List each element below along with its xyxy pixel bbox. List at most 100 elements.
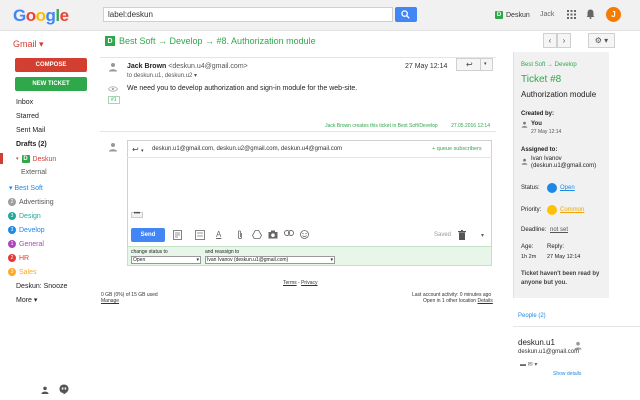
reply-icon: ↩	[466, 60, 473, 69]
read-status-note: Ticket haven't been read by anyone but y…	[521, 271, 600, 286]
template-icon[interactable]	[173, 230, 183, 240]
ticket-breadcrumb[interactable]: Best Soft → Develop	[521, 62, 577, 68]
hangouts-icon[interactable]	[59, 384, 69, 397]
search-button[interactable]	[395, 7, 417, 22]
active-indicator	[0, 153, 3, 164]
sidebar-more[interactable]: More ▾	[16, 296, 37, 304]
status-dot	[547, 183, 557, 193]
sidebar-item-snooze[interactable]: Deskun: Snooze	[16, 283, 67, 290]
compose-button[interactable]: COMPOSE	[15, 58, 87, 72]
sidebar-item-deskun[interactable]: ▾ D Deskun	[16, 155, 56, 163]
notifications-bell-icon[interactable]	[586, 9, 595, 19]
search-icon	[401, 10, 410, 19]
attach-icon[interactable]	[236, 230, 246, 240]
assignee-email: (deskun.u1@gmail.com)	[531, 163, 597, 169]
ticket-log: Jack Brown creates this ticket in Best S…	[325, 123, 490, 129]
priority-label: Priority:	[521, 207, 542, 213]
search-input[interactable]: label:deskun	[103, 7, 393, 22]
sidebar-item-drafts[interactable]: Drafts (2)	[16, 141, 47, 148]
apps-grid-icon[interactable]	[567, 10, 576, 21]
sender[interactable]: Jack Brown <deskun.u4@gmail.com>	[127, 63, 248, 70]
show-details-link[interactable]: Show details	[553, 371, 581, 377]
breadcrumb-path[interactable]: Best Soft → Develop → #8. Authorization …	[119, 36, 316, 46]
deskun-icon: D	[105, 36, 115, 46]
assigned-to-label: Assigned to:	[521, 147, 558, 153]
show-trimmed-button[interactable]: •••	[131, 211, 143, 218]
sidebar-item-inbox[interactable]: Inbox	[16, 99, 33, 106]
drive-icon[interactable]	[252, 230, 262, 240]
ticket-badge: #1	[108, 96, 120, 104]
label-design[interactable]: 3 Design	[8, 212, 41, 220]
privacy-link[interactable]: Privacy	[301, 280, 317, 286]
age-label: Age:	[521, 244, 534, 250]
created-by-label: Created by:	[521, 111, 555, 117]
recipients-line[interactable]: to deskun.u1, deskun.u2 ▾	[127, 72, 197, 79]
label-hr[interactable]: 2 HR	[8, 254, 29, 262]
trash-icon[interactable]	[458, 230, 466, 242]
send-button[interactable]: Send	[131, 228, 165, 242]
deskun-icon: D	[21, 155, 30, 163]
priority-value[interactable]: Common	[560, 207, 584, 213]
reply-recipients[interactable]: deskun.u1@gmail.com, deskun.u2@gmail.com…	[152, 146, 342, 152]
queue-subscribers-link[interactable]: + queue subscribers	[432, 146, 482, 152]
divider	[100, 57, 496, 58]
breadcrumb: D Best Soft → Develop → #8. Authorizatio…	[105, 36, 316, 46]
terms-link[interactable]: Terms	[283, 280, 297, 286]
divider	[100, 131, 496, 132]
caret-icon: ▾	[16, 156, 19, 162]
created-date: 27 May 12:14	[531, 129, 562, 135]
google-logo[interactable]: Google	[13, 6, 69, 26]
activity-details: Open in 1 other location Details	[423, 298, 493, 304]
photo-icon[interactable]	[268, 230, 278, 240]
people-label[interactable]: People (2)	[518, 313, 546, 319]
status-value[interactable]: Open	[560, 185, 575, 191]
canned-response-icon[interactable]	[195, 230, 205, 240]
email-date: 27 May 12:14	[405, 63, 448, 70]
manage-storage-link[interactable]: Manage	[101, 298, 119, 304]
footer-links: Terms - Privacy	[283, 280, 318, 286]
label-advertising[interactable]: 2 Advertising	[8, 198, 54, 206]
status-select[interactable]: Open ▾	[131, 256, 201, 264]
details-link[interactable]: Details	[477, 298, 492, 304]
previous-button[interactable]: ‹	[543, 33, 557, 48]
divider	[480, 59, 481, 70]
text-format-icon[interactable]: A	[216, 230, 226, 240]
status-label: Status:	[521, 185, 540, 191]
label-sales[interactable]: 3 Sales	[8, 268, 37, 276]
account-avatar[interactable]: J	[606, 7, 621, 22]
label-develop[interactable]: 3 Develop	[8, 226, 45, 234]
settings-button[interactable]: ⚙ ▾	[588, 33, 615, 48]
contacts-icon[interactable]	[41, 386, 49, 396]
gmail-menu-button[interactable]: Gmail ▾	[13, 39, 44, 50]
user-name[interactable]: Jack	[540, 11, 554, 18]
next-button[interactable]: ›	[557, 33, 571, 48]
ticket-info-panel	[513, 52, 609, 298]
link-icon[interactable]	[284, 230, 294, 240]
chevron-down-icon: ▾	[330, 257, 333, 263]
person-email: deskun.u1@gmail.com	[518, 349, 580, 355]
draft-saved-status: Saved	[434, 232, 452, 238]
deadline-value[interactable]: not set	[550, 227, 568, 233]
deskun-menu[interactable]: D Deskun	[495, 11, 530, 19]
label-general[interactable]: 1 General	[8, 240, 44, 248]
more-options-icon[interactable]: ▾	[481, 232, 484, 239]
person-actions[interactable]: ▬ ✉ ▾	[520, 361, 537, 368]
sidebar-item-external[interactable]: External	[21, 169, 47, 176]
email-body: We need you to develop authorization and…	[127, 85, 358, 92]
person-icon	[108, 62, 118, 72]
reply-button[interactable]: ↩ ▾	[456, 58, 493, 71]
sidebar-item-sent[interactable]: Sent Mail	[16, 127, 45, 134]
new-ticket-button[interactable]: NEW TICKET	[15, 77, 87, 91]
reply-label: Reply:	[547, 244, 565, 250]
deadline-label: Deadline:	[521, 227, 547, 233]
reply-type-dropdown[interactable]: ↩ ▾	[132, 145, 143, 154]
person-icon	[108, 142, 118, 154]
reassign-select[interactable]: Ivan Ivanov (deskun.u1@gmail.com) ▾	[205, 256, 335, 264]
assignee-name[interactable]: Ivan Ivanov	[531, 156, 562, 162]
emoji-icon[interactable]	[300, 230, 310, 240]
ticket-number: Ticket #8	[521, 74, 562, 85]
sidebar-item-best-soft[interactable]: ▾ Best Soft	[9, 184, 43, 192]
sidebar-item-starred[interactable]: Starred	[16, 113, 39, 120]
chevron-down-icon: ▾	[196, 257, 199, 263]
age-value: 1h 2m	[521, 254, 537, 260]
